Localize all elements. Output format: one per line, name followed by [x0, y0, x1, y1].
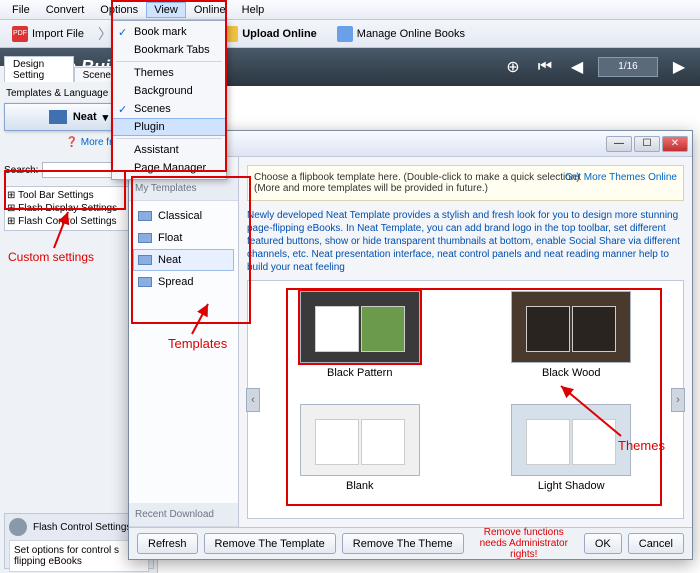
info-box: Choose a flipbook template here. (Double… — [247, 165, 684, 201]
gear-icon — [9, 518, 27, 536]
menu-convert[interactable]: Convert — [38, 2, 93, 18]
section-recent-download[interactable]: Recent Download — [129, 503, 238, 527]
theme-grid: ‹ › Black Pattern Black Wood Blank Light… — [247, 280, 684, 519]
view-menu-dropdown: Book mark Bookmark Tabs Themes Backgroun… — [111, 20, 227, 180]
manage-online-books-button[interactable]: Manage Online Books — [331, 24, 471, 44]
menu-help[interactable]: Help — [234, 2, 273, 18]
main-toolbar: PDF Import File 〉 x ublish 〉 Upload Onli… — [0, 20, 700, 48]
prev-page-button[interactable]: ◀ — [566, 57, 588, 77]
minimize-button[interactable]: — — [606, 136, 632, 152]
theme-blank[interactable]: Blank — [254, 400, 466, 513]
tab-design-setting[interactable]: Design Setting — [4, 56, 74, 83]
manage-label: Manage Online Books — [357, 28, 465, 40]
menu-item-background[interactable]: Background — [112, 82, 226, 100]
template-classical[interactable]: Classical — [133, 205, 234, 227]
theme-black-pattern[interactable]: Black Pattern — [254, 287, 466, 400]
refresh-button[interactable]: Refresh — [137, 533, 198, 554]
page-indicator[interactable]: 1/16 — [598, 57, 658, 77]
themes-next-button[interactable]: › — [671, 388, 685, 412]
menu-options[interactable]: Options — [92, 2, 146, 18]
menu-item-plugin[interactable]: Plugin — [112, 118, 226, 136]
menu-file[interactable]: File — [4, 2, 38, 18]
menu-item-themes[interactable]: Themes — [112, 64, 226, 82]
template-icon — [138, 211, 152, 221]
section-my-templates[interactable]: My Templates — [129, 177, 238, 201]
themes-prev-button[interactable]: ‹ — [246, 388, 260, 412]
get-more-themes-link[interactable]: Get More Themes Online — [565, 172, 677, 183]
template-icon — [138, 255, 152, 265]
import-file-label: Import File — [32, 28, 84, 40]
settings-title: Flash Control Settings — [33, 522, 131, 533]
upload-online-button[interactable]: Upload Online — [216, 24, 323, 44]
theme-label: Black Wood — [542, 367, 601, 379]
menu-bar: File Convert Options View Online Help — [0, 0, 700, 20]
maximize-button[interactable]: ☐ — [634, 136, 660, 152]
zoom-in-button[interactable]: ⊕ — [502, 57, 524, 77]
annotation-custom-settings: Custom settings — [8, 250, 94, 264]
admin-note: Remove functions needs Administrator rig… — [470, 527, 578, 560]
menu-item-bookmark[interactable]: Book mark — [112, 23, 226, 41]
template-description: Newly developed Neat Template provides a… — [247, 209, 684, 274]
theme-black-wood[interactable]: Black Wood — [466, 287, 678, 400]
books-icon — [337, 26, 353, 42]
ok-button[interactable]: OK — [584, 533, 622, 554]
annotation-themes-label: Themes — [618, 438, 665, 453]
theme-light-shadow[interactable]: Light Shadow — [466, 400, 678, 513]
menu-item-scenes[interactable]: Scenes — [112, 100, 226, 118]
template-neat[interactable]: Neat — [133, 249, 234, 271]
remove-theme-button[interactable]: Remove The Theme — [342, 533, 464, 554]
chevron-down-icon: ▾ — [103, 111, 109, 124]
pdf-icon: PDF — [12, 26, 28, 42]
book-icon — [49, 110, 67, 124]
template-float[interactable]: Float — [133, 227, 234, 249]
dialog-footer: Refresh Remove The Template Remove The T… — [129, 527, 692, 559]
menu-online[interactable]: Online — [186, 2, 234, 18]
upload-online-label: Upload Online — [242, 28, 317, 40]
import-file-button[interactable]: PDF Import File — [6, 24, 90, 44]
first-page-button[interactable]: ⏮ — [534, 58, 556, 76]
theme-label: Black Pattern — [327, 367, 392, 379]
template-icon — [138, 277, 152, 287]
menu-item-page-manager[interactable]: Page Manager — [112, 159, 226, 177]
template-icon — [138, 233, 152, 243]
template-spread[interactable]: Spread — [133, 271, 234, 293]
separator-icon: 〉 — [98, 24, 112, 44]
theme-label: Blank — [346, 480, 374, 492]
close-button[interactable]: ✕ — [662, 136, 688, 152]
cancel-button[interactable]: Cancel — [628, 533, 684, 554]
menu-item-bookmark-tabs[interactable]: Bookmark Tabs — [112, 41, 226, 59]
menu-view[interactable]: View — [146, 2, 186, 18]
search-label: Search: — [4, 165, 38, 176]
menu-item-assistant[interactable]: Assistant — [112, 141, 226, 159]
next-page-button[interactable]: ▶ — [668, 57, 690, 77]
annotation-templates-label: Templates — [168, 336, 227, 351]
template-name: Neat — [73, 111, 97, 123]
theme-label: Light Shadow — [538, 480, 605, 492]
remove-template-button[interactable]: Remove The Template — [204, 533, 336, 554]
